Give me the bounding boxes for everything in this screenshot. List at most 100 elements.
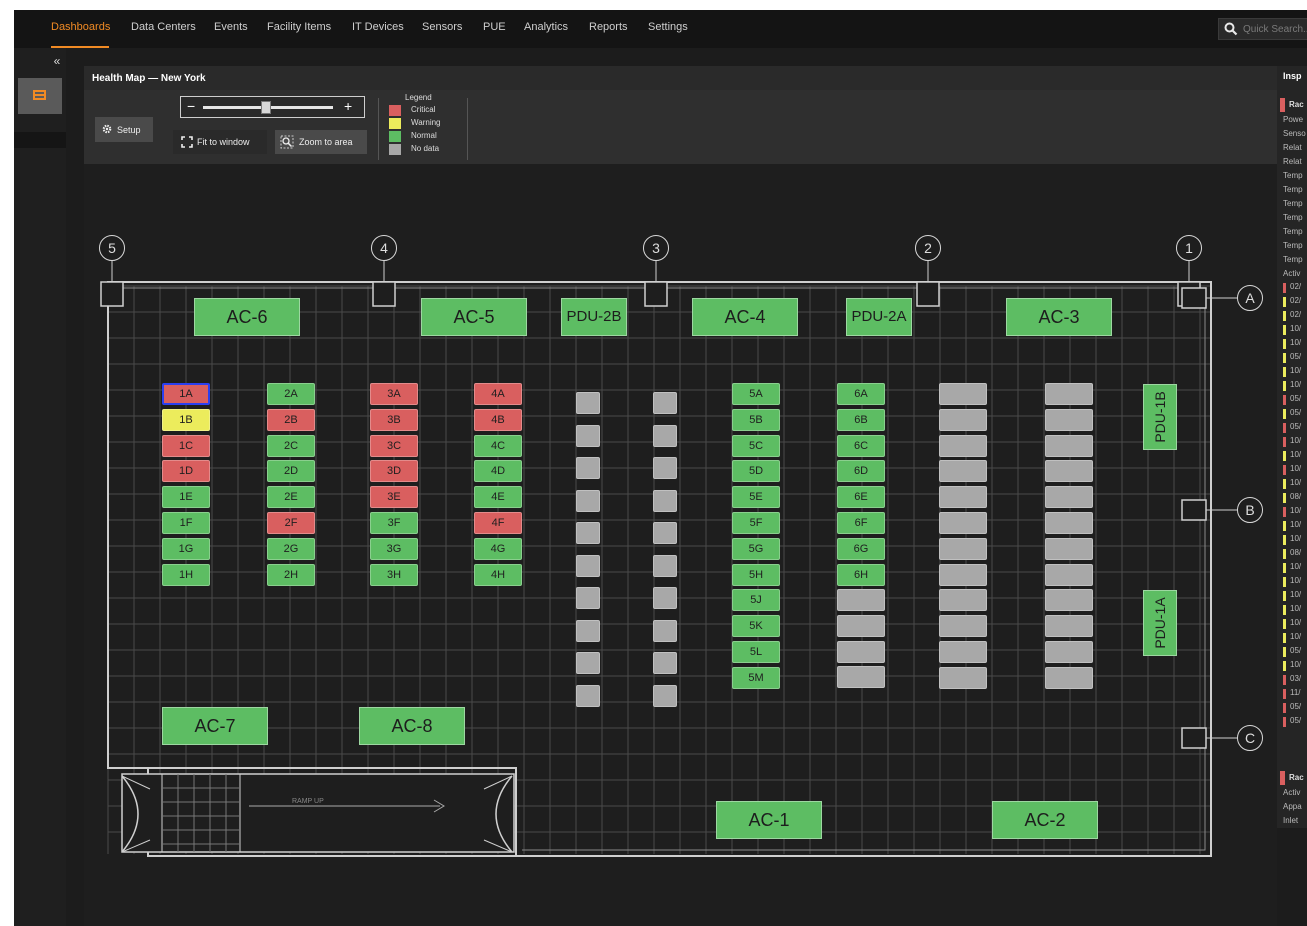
rack-nodata[interactable] [939, 383, 987, 405]
rack-nodata[interactable] [939, 486, 987, 509]
rack-nodata[interactable] [1045, 486, 1093, 509]
rack-nodata[interactable] [837, 640, 885, 663]
zoom-slider-handle[interactable] [260, 101, 271, 114]
inspector-event-row[interactable]: 05/ [1283, 408, 1307, 420]
rack-nodata[interactable] [1045, 460, 1093, 483]
inspector-event-row[interactable]: 10/ [1283, 562, 1307, 574]
rack-6e[interactable]: 6E [837, 486, 885, 509]
rack-5g[interactable]: 5G [732, 537, 780, 560]
rack-3g[interactable]: 3G [370, 537, 418, 560]
inspector-event-row[interactable]: 10/ [1283, 464, 1307, 476]
rack-2a[interactable]: 2A [267, 383, 315, 405]
inspector-event-row[interactable]: 03/ [1283, 674, 1307, 686]
rack-6g[interactable]: 6G [837, 537, 885, 560]
nav-facility-items[interactable]: Facility Items [267, 21, 331, 33]
cooling-unit-ac-5[interactable]: AC-5 [421, 298, 527, 336]
inspector-event-row[interactable]: 02/ [1283, 282, 1307, 294]
inspector-event-row[interactable]: 05/ [1283, 702, 1307, 714]
rack-nodata[interactable] [576, 457, 600, 479]
rack-nodata[interactable] [653, 424, 677, 447]
rack-3h[interactable]: 3H [370, 563, 418, 586]
nav-events[interactable]: Events [214, 21, 248, 33]
inspector-event-row[interactable]: 10/ [1283, 366, 1307, 378]
rack-nodata[interactable] [837, 589, 885, 611]
rack-1d[interactable]: 1D [162, 460, 210, 483]
rack-1f[interactable]: 1F [162, 512, 210, 534]
inspector-event-row[interactable]: 10/ [1283, 590, 1307, 602]
rack-2f[interactable]: 2F [267, 512, 315, 534]
rack-4e[interactable]: 4E [474, 486, 522, 509]
nav-reports[interactable]: Reports [589, 21, 628, 33]
nav-sensors[interactable]: Sensors [422, 21, 462, 33]
inspector-event-row[interactable]: 05/ [1283, 422, 1307, 434]
pdu-1a[interactable]: PDU-1A [1143, 590, 1177, 656]
inspector-event-row[interactable]: 10/ [1283, 450, 1307, 462]
pdu-2a[interactable]: PDU-2A [846, 298, 912, 336]
rack-2g[interactable]: 2G [267, 537, 315, 560]
zoom-out-icon[interactable]: − [187, 99, 195, 114]
rack-6a[interactable]: 6A [837, 383, 885, 405]
rack-3a[interactable]: 3A [370, 383, 418, 405]
inspector-event-row[interactable]: 02/ [1283, 310, 1307, 322]
rack-nodata[interactable] [939, 512, 987, 534]
rack-4d[interactable]: 4D [474, 460, 522, 483]
rack-nodata[interactable] [939, 537, 987, 560]
rack-5d[interactable]: 5D [732, 460, 780, 483]
inspector-event-row[interactable]: 10/ [1283, 506, 1307, 518]
rack-nodata[interactable] [939, 434, 987, 457]
inspector-event-row[interactable]: 05/ [1283, 646, 1307, 658]
rack-nodata[interactable] [576, 652, 600, 674]
rack-nodata[interactable] [653, 619, 677, 642]
inspector-event-row[interactable]: 02/ [1283, 296, 1307, 308]
inspector-event-row[interactable]: 10/ [1283, 576, 1307, 588]
rack-5l[interactable]: 5L [732, 641, 780, 663]
nav-data-centers[interactable]: Data Centers [131, 21, 196, 33]
inspector-event-row[interactable]: 10/ [1283, 604, 1307, 616]
inspector-event-row[interactable]: 10/ [1283, 380, 1307, 392]
rack-1e[interactable]: 1E [162, 486, 210, 509]
rack-3e[interactable]: 3E [370, 486, 418, 509]
rack-nodata[interactable] [653, 684, 677, 707]
rack-5h[interactable]: 5H [732, 563, 780, 586]
nav-analytics[interactable]: Analytics [524, 21, 568, 33]
inspector-event-row[interactable]: 05/ [1283, 394, 1307, 406]
rack-3b[interactable]: 3B [370, 408, 418, 431]
rack-3f[interactable]: 3F [370, 512, 418, 534]
rack-2c[interactable]: 2C [267, 434, 315, 457]
rack-1h[interactable]: 1H [162, 563, 210, 586]
cooling-unit-ac-2[interactable]: AC-2 [992, 801, 1098, 839]
rack-nodata[interactable] [1045, 408, 1093, 431]
rack-nodata[interactable] [1045, 383, 1093, 405]
inspector-event-row[interactable]: 10/ [1283, 534, 1307, 546]
inspector-event-row[interactable]: 10/ [1283, 618, 1307, 630]
rack-nodata[interactable] [1045, 512, 1093, 534]
rack-nodata[interactable] [653, 457, 677, 479]
rack-nodata[interactable] [939, 460, 987, 483]
inspector-event-row[interactable]: 10/ [1283, 478, 1307, 490]
rack-nodata[interactable] [576, 424, 600, 447]
rack-nodata[interactable] [837, 614, 885, 637]
rack-nodata[interactable] [939, 615, 987, 638]
rack-2d[interactable]: 2D [267, 460, 315, 483]
rack-nodata[interactable] [653, 392, 677, 414]
rack-5j[interactable]: 5J [732, 589, 780, 612]
rack-5a[interactable]: 5A [732, 383, 780, 405]
rack-4f[interactable]: 4F [474, 512, 522, 534]
collapse-sidebar-icon[interactable]: « [50, 54, 64, 68]
rack-nodata[interactable] [1045, 666, 1093, 689]
rack-nodata[interactable] [576, 587, 600, 609]
rack-3c[interactable]: 3C [370, 434, 418, 457]
cooling-unit-ac-3[interactable]: AC-3 [1006, 298, 1112, 336]
inspector-event-row[interactable]: 11/ [1283, 688, 1307, 700]
rack-6d[interactable]: 6D [837, 460, 885, 483]
rack-3d[interactable]: 3D [370, 460, 418, 483]
rack-nodata[interactable] [576, 392, 600, 414]
rack-4g[interactable]: 4G [474, 537, 522, 560]
nav-settings[interactable]: Settings [648, 21, 688, 33]
rack-5c[interactable]: 5C [732, 434, 780, 457]
quick-search-box[interactable] [1218, 18, 1307, 40]
setup-button[interactable]: Setup [95, 117, 153, 142]
rack-1b[interactable]: 1B [162, 408, 210, 431]
inspector-event-row[interactable]: 10/ [1283, 324, 1307, 336]
pdu-1b[interactable]: PDU-1B [1143, 384, 1177, 450]
